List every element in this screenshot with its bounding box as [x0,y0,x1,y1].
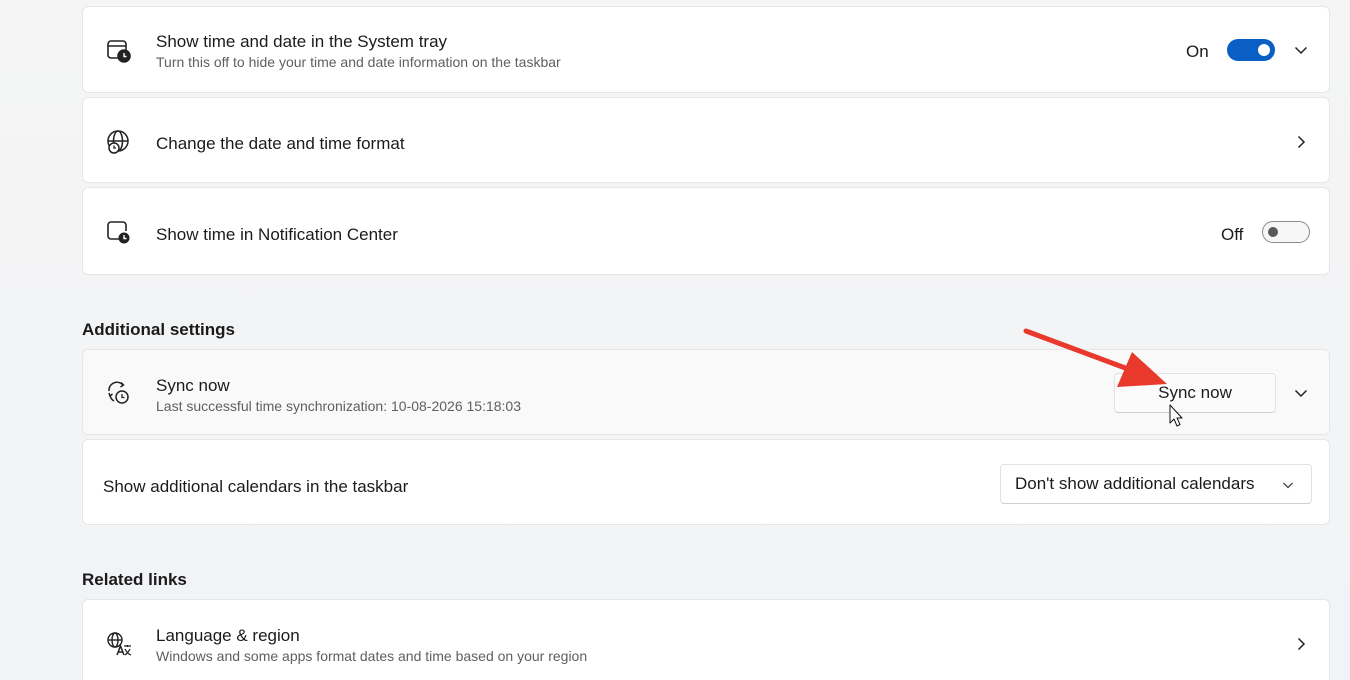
system-tray-time-title: Show time and date in the System tray [156,32,448,51]
additional-calendars-dropdown[interactable]: Don't show additional calendars [1000,464,1312,504]
globe-clock-icon [105,128,133,156]
chevron-down-icon [1281,477,1295,491]
additional-calendars-title: Show additional calendars in the taskbar [103,477,409,496]
date-format-card[interactable]: Change the date and time format [82,97,1330,183]
toggle-knob [1268,227,1278,237]
additional-calendars-card: Show additional calendars in the taskbar… [82,439,1330,525]
calendar-clock-icon [105,37,133,65]
system-tray-time-card[interactable]: Show time and date in the System tray Tu… [82,6,1330,93]
language-region-subtitle: Windows and some apps format dates and t… [156,648,588,664]
system-tray-toggle-state: On [1186,42,1209,61]
additional-settings-header: Additional settings [82,320,235,339]
language-icon [105,630,133,658]
notification-center-time-title: Show time in Notification Center [156,225,398,244]
notification-center-time-card[interactable]: Show time in Notification Center Off [82,187,1330,275]
language-region-title: Language & region [156,626,300,645]
sync-now-subtitle: Last successful time synchronization: 10… [156,398,521,414]
system-tray-toggle[interactable] [1227,39,1275,61]
date-format-title: Change the date and time format [156,134,405,153]
toggle-knob [1258,44,1270,56]
sync-clock-icon [105,380,133,408]
sync-now-button[interactable]: Sync now [1114,373,1276,413]
chevron-right-icon[interactable] [1291,132,1311,152]
chevron-down-icon[interactable] [1291,383,1311,403]
related-links-header: Related links [82,570,187,589]
date-time-settings-page: Show time and date in the System tray Tu… [0,0,1350,680]
sync-now-title: Sync now [156,376,230,395]
system-tray-time-subtitle: Turn this off to hide your time and date… [156,54,561,70]
sync-now-button-label: Sync now [1158,383,1232,402]
notification-center-toggle-state: Off [1221,225,1244,244]
sync-now-card[interactable]: Sync now Last successful time synchroniz… [82,349,1330,435]
notification-center-toggle[interactable] [1262,221,1310,243]
screen-clock-icon [105,219,133,247]
language-region-card[interactable]: Language & region Windows and some apps … [82,599,1330,680]
chevron-right-icon[interactable] [1291,634,1311,654]
additional-calendars-selected: Don't show additional calendars [1015,474,1255,493]
chevron-down-icon[interactable] [1291,40,1311,60]
